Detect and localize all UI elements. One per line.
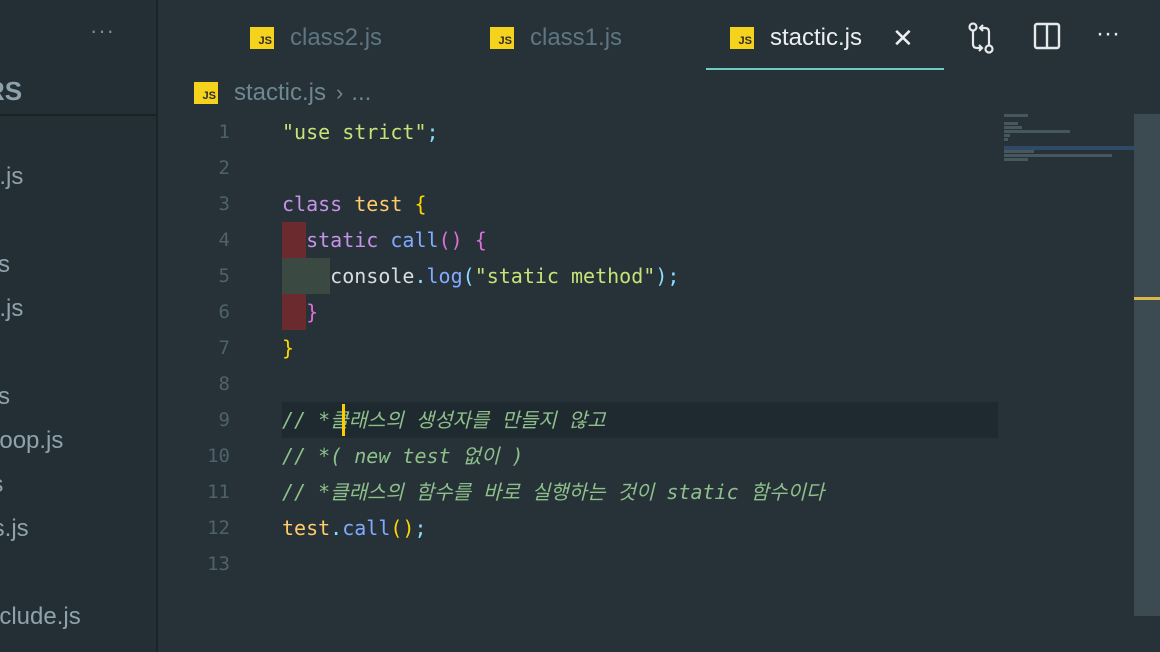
code-line: 1 "use strict"; — [158, 114, 998, 150]
file-item[interactable]: .js — [0, 246, 81, 290]
code-line: 3 class test { — [158, 186, 998, 222]
code-line: 7 } — [158, 330, 998, 366]
more-actions-button[interactable]: ··· — [1096, 20, 1120, 48]
code-line: 12 test.call(); — [158, 510, 998, 546]
line-number: 2 — [218, 157, 230, 179]
active-tab-indicator — [706, 68, 944, 70]
line-number: 8 — [218, 373, 230, 395]
code-line: 9 // *클래스의 생성자를 만들지 않고 — [158, 402, 998, 438]
vertical-scrollbar[interactable] — [1134, 114, 1160, 616]
scrollbar-cursor-marker — [1134, 297, 1160, 300]
file-list: 1.js s .js 2.js s .js Loop.js js ts.js s… — [0, 158, 81, 642]
code-comment: // *클래스의 생성자를 만들지 않고 — [282, 408, 606, 432]
breadcrumb-symbols[interactable]: ... — [351, 79, 371, 107]
line-number: 3 — [218, 193, 230, 215]
file-item[interactable]: 2.js — [0, 290, 81, 334]
file-item[interactable]: js — [0, 466, 81, 510]
js-file-icon: JS — [250, 27, 274, 49]
close-icon[interactable]: ✕ — [892, 23, 914, 54]
line-number: 9 — [218, 409, 230, 431]
file-item[interactable]: ts.js — [0, 510, 81, 554]
tab-stactic[interactable]: JS stactic.js ✕ — [730, 18, 914, 58]
code-line: 13 — [158, 546, 998, 582]
file-item[interactable]: s — [0, 554, 81, 598]
breadcrumb: JS stactic.js › ... — [194, 76, 371, 110]
line-number: 1 — [218, 121, 230, 143]
file-item[interactable]: nclude.js — [0, 598, 81, 642]
line-number: 13 — [207, 553, 230, 575]
code-comment: // *클래스의 함수를 바로 실행하는 것이 static 함수이다 — [282, 480, 825, 504]
code-line: 10 // *( new test 없이 ) — [158, 438, 998, 474]
split-editor-icon[interactable] — [1033, 22, 1061, 55]
file-item[interactable]: 1.js — [0, 158, 81, 202]
line-number: 11 — [207, 481, 230, 503]
line-number: 6 — [218, 301, 230, 323]
code-line: 5 console.log("static method"); — [158, 258, 998, 294]
line-number: 4 — [218, 229, 230, 251]
sidebar-more-button[interactable]: ··· — [90, 18, 115, 44]
minimap-current-line — [1004, 146, 1134, 150]
code-line: 2 — [158, 150, 998, 186]
line-number: 7 — [218, 337, 230, 359]
editor-tab-bar: JS class2.js JS class1.js JS stactic.js … — [158, 0, 1160, 72]
code-line: 4 static call() { — [158, 222, 998, 258]
tab-class1[interactable]: JS class1.js — [490, 18, 622, 58]
line-number: 10 — [207, 445, 230, 467]
tab-label: class2.js — [290, 24, 383, 51]
code-editor[interactable]: 1 "use strict"; 2 3 class test { 4 stati… — [158, 112, 1134, 652]
line-number: 12 — [207, 517, 230, 539]
code-line: 6 } — [158, 294, 998, 330]
sidebar-section-title[interactable]: RS — [0, 76, 22, 107]
tab-label: stactic.js — [770, 24, 863, 51]
file-item[interactable]: s — [0, 202, 81, 246]
file-item[interactable]: s — [0, 334, 81, 378]
compare-changes-icon[interactable] — [966, 22, 996, 59]
minimap[interactable] — [1004, 114, 1134, 174]
file-item[interactable]: Loop.js — [0, 422, 81, 466]
js-file-icon: JS — [194, 82, 218, 104]
explorer-sidebar: ··· RS 1.js s .js 2.js s .js Loop.js js … — [0, 0, 158, 652]
code-line: 11 // *클래스의 함수를 바로 실행하는 것이 static 함수이다 — [158, 474, 998, 510]
js-file-icon: JS — [730, 27, 754, 49]
text-cursor — [342, 404, 345, 436]
line-number: 5 — [218, 265, 230, 287]
sidebar-divider — [0, 114, 156, 116]
breadcrumb-file[interactable]: stactic.js — [234, 79, 326, 107]
chevron-right-icon: › — [336, 80, 344, 105]
file-item[interactable]: .js — [0, 378, 81, 422]
code-comment: // *( new test 없이 ) — [282, 444, 524, 468]
js-file-icon: JS — [490, 27, 514, 49]
code-line: 8 — [158, 366, 998, 402]
tab-class2[interactable]: JS class2.js — [250, 18, 382, 58]
tab-label: class1.js — [530, 24, 623, 51]
